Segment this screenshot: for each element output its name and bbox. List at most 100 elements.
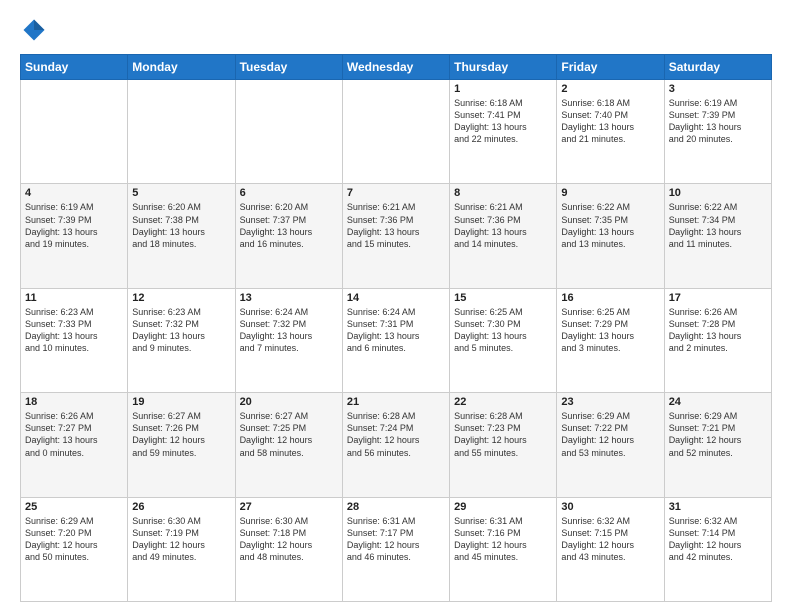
day-number: 30 [561, 501, 659, 513]
day-number: 9 [561, 187, 659, 199]
calendar-cell [342, 80, 449, 184]
calendar-cell: 22Sunrise: 6:28 AM Sunset: 7:23 PM Dayli… [450, 393, 557, 497]
calendar-cell: 11 Sunrise: 6:23 AM Sunset: 7:33 PM Dayli… [21, 288, 128, 392]
day-info: Sunrise: 6:18 AM Sunset: 7:41 PM Dayligh… [454, 97, 552, 146]
day-number: 26 [132, 501, 230, 513]
logo-icon [20, 16, 48, 44]
calendar-cell: 20 Sunrise: 6:27 AM Sunset: 7:25 PM Dayli… [235, 393, 342, 497]
day-info: Sunrise: 6:26 AM Sunset: 7:27 PM Dayligh… [25, 410, 123, 459]
day-info: Sunrise: 6:24 AM Sunset: 7:31 PM Dayligh… [347, 306, 445, 355]
calendar-cell: 21 Sunrise: 6:28 AM Sunset: 7:24 PM Dayli… [342, 393, 449, 497]
calendar-week-2: 4 Sunrise: 6:19 AM Sunset: 7:39 PM Daylig… [21, 184, 772, 288]
day-info: Sunrise: 6:31 AM Sunset: 7:17 PM Dayligh… [347, 515, 445, 564]
calendar-cell: 7 Sunrise: 6:21 AM Sunset: 7:36 PM Daylig… [342, 184, 449, 288]
day-info: Sunrise: 6:23 AM Sunset: 7:33 PM Dayligh… [25, 306, 123, 355]
calendar-cell: 9 Sunrise: 6:22 AM Sunset: 7:35 PM Daylig… [557, 184, 664, 288]
day-info: Sunrise: 6:27 AM Sunset: 7:26 PM Dayligh… [132, 410, 230, 459]
calendar-cell [21, 80, 128, 184]
day-number: 3 [669, 83, 767, 95]
day-info: Sunrise: 6:22 AM Sunset: 7:35 PM Dayligh… [561, 201, 659, 250]
day-number: 6 [240, 187, 338, 199]
day-number: 27 [240, 501, 338, 513]
calendar-cell [235, 80, 342, 184]
calendar-cell: 6 Sunrise: 6:20 AM Sunset: 7:37 PM Daylig… [235, 184, 342, 288]
day-info: Sunrise: 6:27 AM Sunset: 7:25 PM Dayligh… [240, 410, 338, 459]
day-info: Sunrise: 6:31 AM Sunset: 7:16 PM Dayligh… [454, 515, 552, 564]
day-info: Sunrise: 6:21 AM Sunset: 7:36 PM Dayligh… [347, 201, 445, 250]
day-info: Sunrise: 6:21 AM Sunset: 7:36 PM Dayligh… [454, 201, 552, 250]
day-info: Sunrise: 6:32 AM Sunset: 7:15 PM Dayligh… [561, 515, 659, 564]
day-number: 13 [240, 292, 338, 304]
day-number: 4 [25, 187, 123, 199]
calendar-cell: 16Sunrise: 6:25 AM Sunset: 7:29 PM Dayli… [557, 288, 664, 392]
day-number: 14 [347, 292, 445, 304]
day-number: 19 [132, 396, 230, 408]
day-number: 20 [240, 396, 338, 408]
header [20, 16, 772, 44]
calendar-cell: 1 Sunrise: 6:18 AM Sunset: 7:41 PM Daylig… [450, 80, 557, 184]
day-number: 11 [25, 292, 123, 304]
calendar-header: SundayMondayTuesdayWednesdayThursdayFrid… [21, 55, 772, 80]
calendar-cell: 29Sunrise: 6:31 AM Sunset: 7:16 PM Dayli… [450, 497, 557, 601]
calendar-cell: 23 Sunrise: 6:29 AM Sunset: 7:22 PM Dayli… [557, 393, 664, 497]
calendar-cell: 15Sunrise: 6:25 AM Sunset: 7:30 PM Dayli… [450, 288, 557, 392]
weekday-header-wednesday: Wednesday [342, 55, 449, 80]
day-info: Sunrise: 6:29 AM Sunset: 7:20 PM Dayligh… [25, 515, 123, 564]
weekday-header-saturday: Saturday [664, 55, 771, 80]
day-number: 7 [347, 187, 445, 199]
day-info: Sunrise: 6:24 AM Sunset: 7:32 PM Dayligh… [240, 306, 338, 355]
calendar-cell: 17 Sunrise: 6:26 AM Sunset: 7:28 PM Dayli… [664, 288, 771, 392]
calendar-cell: 19 Sunrise: 6:27 AM Sunset: 7:26 PM Dayli… [128, 393, 235, 497]
calendar-cell: 18 Sunrise: 6:26 AM Sunset: 7:27 PM Dayli… [21, 393, 128, 497]
calendar-cell: 5 Sunrise: 6:20 AM Sunset: 7:38 PM Daylig… [128, 184, 235, 288]
calendar-cell: 28 Sunrise: 6:31 AM Sunset: 7:17 PM Dayli… [342, 497, 449, 601]
day-number: 17 [669, 292, 767, 304]
calendar-cell: 24Sunrise: 6:29 AM Sunset: 7:21 PM Dayli… [664, 393, 771, 497]
day-number: 10 [669, 187, 767, 199]
day-info: Sunrise: 6:29 AM Sunset: 7:22 PM Dayligh… [561, 410, 659, 459]
day-info: Sunrise: 6:30 AM Sunset: 7:18 PM Dayligh… [240, 515, 338, 564]
day-info: Sunrise: 6:26 AM Sunset: 7:28 PM Dayligh… [669, 306, 767, 355]
day-info: Sunrise: 6:18 AM Sunset: 7:40 PM Dayligh… [561, 97, 659, 146]
logo [20, 16, 52, 44]
day-info: Sunrise: 6:20 AM Sunset: 7:38 PM Dayligh… [132, 201, 230, 250]
day-info: Sunrise: 6:29 AM Sunset: 7:21 PM Dayligh… [669, 410, 767, 459]
calendar-cell: 10Sunrise: 6:22 AM Sunset: 7:34 PM Dayli… [664, 184, 771, 288]
calendar-week-3: 11 Sunrise: 6:23 AM Sunset: 7:33 PM Dayli… [21, 288, 772, 392]
calendar-cell: 12 Sunrise: 6:23 AM Sunset: 7:32 PM Dayli… [128, 288, 235, 392]
day-number: 23 [561, 396, 659, 408]
weekday-header-monday: Monday [128, 55, 235, 80]
calendar-cell: 30 Sunrise: 6:32 AM Sunset: 7:15 PM Dayli… [557, 497, 664, 601]
day-number: 31 [669, 501, 767, 513]
weekday-header-thursday: Thursday [450, 55, 557, 80]
day-info: Sunrise: 6:19 AM Sunset: 7:39 PM Dayligh… [25, 201, 123, 250]
calendar-cell [128, 80, 235, 184]
day-number: 22 [454, 396, 552, 408]
calendar-cell: 27 Sunrise: 6:30 AM Sunset: 7:18 PM Dayli… [235, 497, 342, 601]
calendar-week-1: 1 Sunrise: 6:18 AM Sunset: 7:41 PM Daylig… [21, 80, 772, 184]
day-info: Sunrise: 6:20 AM Sunset: 7:37 PM Dayligh… [240, 201, 338, 250]
day-number: 1 [454, 83, 552, 95]
calendar-cell: 2 Sunrise: 6:18 AM Sunset: 7:40 PM Daylig… [557, 80, 664, 184]
calendar-cell: 3Sunrise: 6:19 AM Sunset: 7:39 PM Daylig… [664, 80, 771, 184]
calendar-week-4: 18 Sunrise: 6:26 AM Sunset: 7:27 PM Dayli… [21, 393, 772, 497]
calendar-cell: 8Sunrise: 6:21 AM Sunset: 7:36 PM Daylig… [450, 184, 557, 288]
day-number: 18 [25, 396, 123, 408]
page: SundayMondayTuesdayWednesdayThursdayFrid… [0, 0, 792, 612]
day-number: 21 [347, 396, 445, 408]
calendar-week-5: 25Sunrise: 6:29 AM Sunset: 7:20 PM Dayli… [21, 497, 772, 601]
weekday-header-row: SundayMondayTuesdayWednesdayThursdayFrid… [21, 55, 772, 80]
calendar-cell: 4 Sunrise: 6:19 AM Sunset: 7:39 PM Daylig… [21, 184, 128, 288]
calendar-cell: 26Sunrise: 6:30 AM Sunset: 7:19 PM Dayli… [128, 497, 235, 601]
weekday-header-sunday: Sunday [21, 55, 128, 80]
day-info: Sunrise: 6:28 AM Sunset: 7:24 PM Dayligh… [347, 410, 445, 459]
day-info: Sunrise: 6:23 AM Sunset: 7:32 PM Dayligh… [132, 306, 230, 355]
calendar-cell: 25Sunrise: 6:29 AM Sunset: 7:20 PM Dayli… [21, 497, 128, 601]
day-number: 5 [132, 187, 230, 199]
weekday-header-tuesday: Tuesday [235, 55, 342, 80]
day-number: 12 [132, 292, 230, 304]
calendar-cell: 13 Sunrise: 6:24 AM Sunset: 7:32 PM Dayli… [235, 288, 342, 392]
day-number: 28 [347, 501, 445, 513]
day-number: 2 [561, 83, 659, 95]
day-info: Sunrise: 6:25 AM Sunset: 7:29 PM Dayligh… [561, 306, 659, 355]
